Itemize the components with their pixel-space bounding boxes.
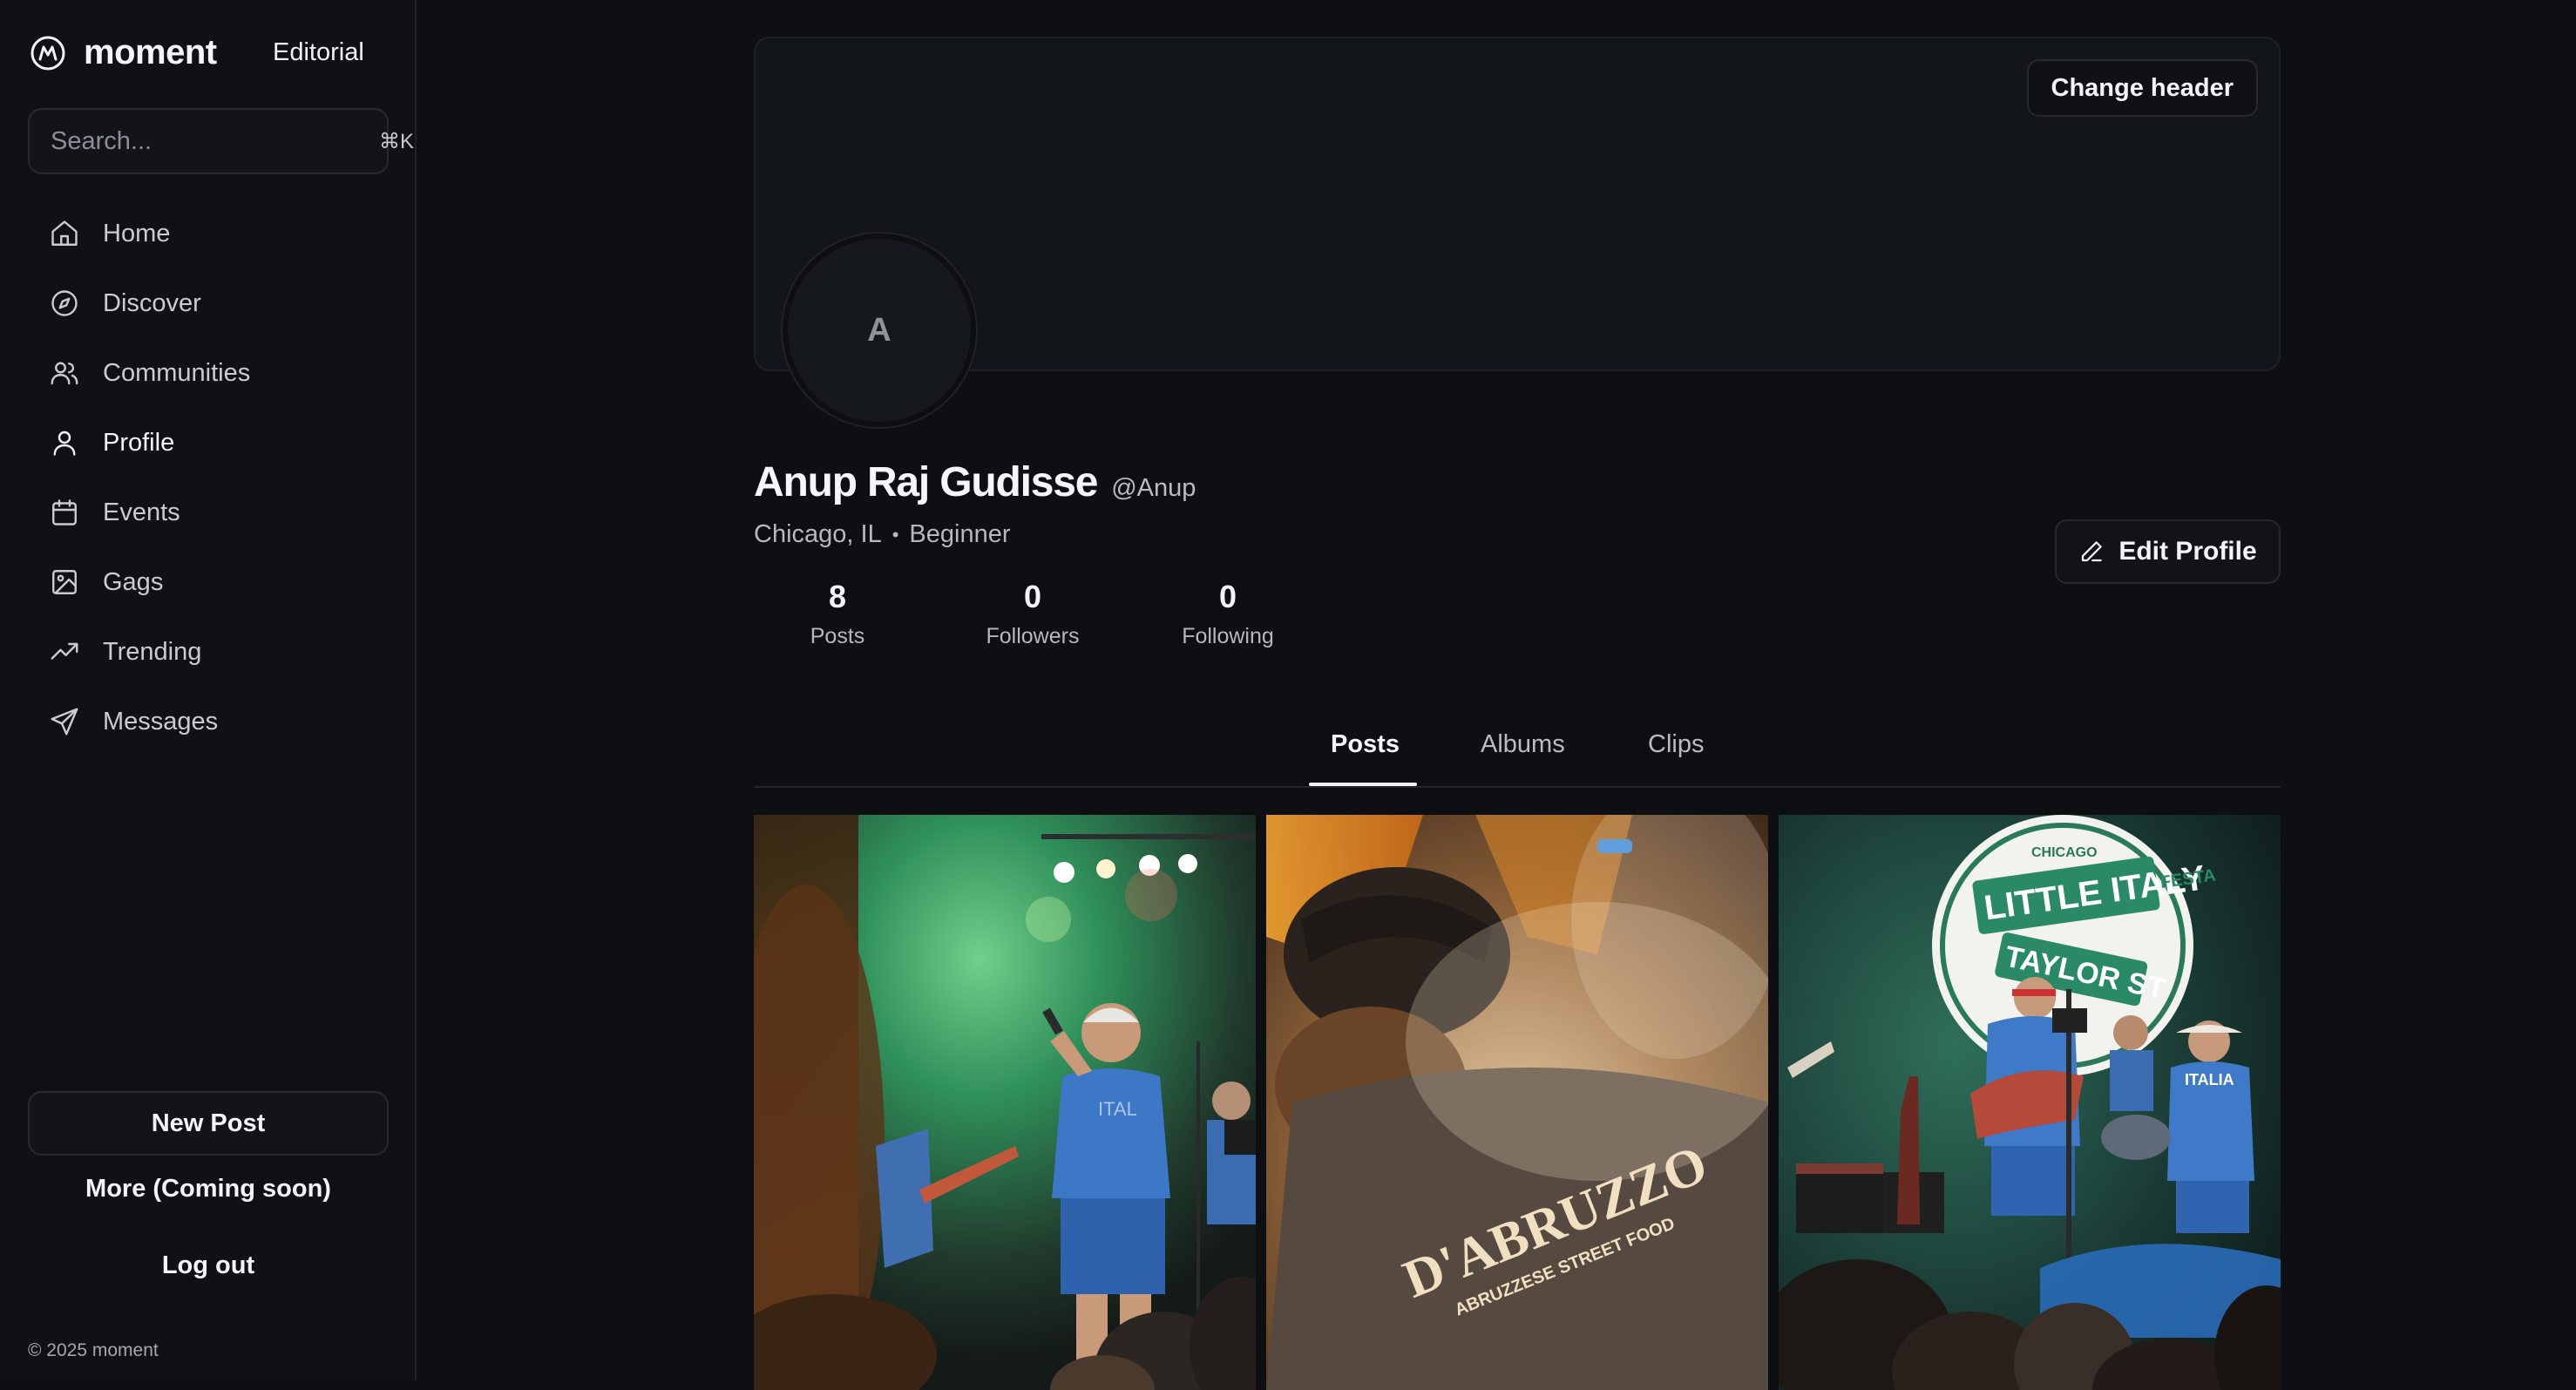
sidebar-item-trending[interactable]: Trending bbox=[28, 617, 389, 687]
avatar[interactable]: A bbox=[783, 234, 976, 427]
sidebar-item-label: Events bbox=[103, 498, 180, 526]
sign-top-text: CHICAGO bbox=[2031, 845, 2098, 860]
stat-value: 0 bbox=[1023, 579, 1042, 614]
profile-meta: Chicago, IL • Beginner bbox=[754, 520, 1011, 549]
posts-grid: ITAL D'ABRUZZO ABRUZZESE STREET FOOD CHI… bbox=[754, 815, 2281, 1390]
post-photo-cook: BRUZZO D'ABRUZZO ABRUZZESE STREET FOOD bbox=[1266, 815, 1768, 1390]
editorial-link[interactable]: Editorial bbox=[273, 38, 364, 67]
profile-name: Anup Raj Gudisse bbox=[754, 459, 1098, 505]
sidebar-item-label: Messages bbox=[103, 707, 219, 736]
sidebar-item-home[interactable]: Home bbox=[28, 199, 389, 268]
calendar-icon bbox=[49, 497, 80, 528]
sidebar-nav: Home Discover Communities Profile Events bbox=[28, 199, 389, 756]
sidebar-item-gags[interactable]: Gags bbox=[28, 547, 389, 617]
post-thumbnail[interactable]: ITAL bbox=[754, 815, 1256, 1390]
home-icon bbox=[49, 218, 80, 249]
sidebar-item-discover[interactable]: Discover bbox=[28, 268, 389, 338]
compass-icon bbox=[49, 288, 80, 319]
search-input[interactable] bbox=[51, 126, 379, 156]
stat-value: 0 bbox=[1218, 579, 1237, 614]
profile-name-row: Anup Raj Gudisse @Anup bbox=[754, 458, 1196, 506]
post-photo-band: CHICAGO LITTLE ITALY FESTA TAYLOR ST ITA bbox=[1779, 815, 2281, 1390]
sidebar-item-label: Gags bbox=[103, 567, 164, 596]
sidebar-item-label: Trending bbox=[103, 637, 202, 666]
stat-posts[interactable]: 8 Posts bbox=[754, 579, 921, 649]
sidebar: moment Editorial ⌘K Home Discover Commun… bbox=[0, 0, 417, 1380]
stat-label: Followers bbox=[986, 624, 1080, 648]
pencil-icon bbox=[2082, 541, 2103, 562]
sidebar-item-messages[interactable]: Messages bbox=[28, 687, 389, 756]
svg-text:ITAL: ITAL bbox=[1098, 1098, 1137, 1120]
post-thumbnail[interactable]: CHICAGO LITTLE ITALY FESTA TAYLOR ST ITA bbox=[1779, 815, 2281, 1390]
user-icon bbox=[49, 427, 80, 458]
edit-profile-button[interactable]: Edit Profile bbox=[2055, 519, 2281, 584]
image-icon bbox=[49, 566, 80, 598]
profile-location: Chicago, IL bbox=[754, 520, 882, 548]
stat-label: Posts bbox=[810, 624, 865, 648]
new-post-button[interactable]: New Post bbox=[28, 1091, 389, 1156]
search-box[interactable]: ⌘K bbox=[28, 108, 414, 174]
search-shortcut: ⌘K bbox=[379, 129, 415, 153]
profile-level: Beginner bbox=[909, 520, 1011, 548]
edit-profile-label: Edit Profile bbox=[2118, 537, 2257, 566]
stat-label: Following bbox=[1182, 624, 1274, 648]
copyright: © 2025 moment bbox=[28, 1340, 159, 1360]
profile-stats: 8 Posts 0 Followers 0 Following bbox=[754, 579, 1339, 649]
sidebar-item-events[interactable]: Events bbox=[28, 478, 389, 547]
sidebar-item-label: Discover bbox=[103, 288, 201, 317]
active-tab-indicator bbox=[1309, 783, 1417, 786]
profile-tabs: Posts Albums Clips bbox=[754, 713, 2281, 788]
post-photo-singer: ITAL bbox=[754, 815, 1256, 1390]
stat-following[interactable]: 0 Following bbox=[1144, 579, 1312, 649]
brand[interactable]: moment bbox=[30, 33, 217, 72]
tab-clips[interactable]: Clips bbox=[1648, 730, 1704, 759]
sidebar-item-label: Communities bbox=[103, 358, 251, 387]
sidebar-item-label: Home bbox=[103, 219, 171, 247]
brand-name: moment bbox=[84, 33, 217, 71]
tab-posts[interactable]: Posts bbox=[1331, 730, 1400, 759]
profile-handle: @Anup bbox=[1111, 474, 1196, 502]
send-icon bbox=[49, 706, 80, 737]
logout-button[interactable]: Log out bbox=[28, 1251, 389, 1280]
moment-logo-icon bbox=[31, 36, 65, 70]
tab-albums[interactable]: Albums bbox=[1481, 730, 1565, 759]
post-thumbnail[interactable]: BRUZZO D'ABRUZZO ABRUZZESE STREET FOOD bbox=[1266, 815, 1768, 1390]
sidebar-item-communities[interactable]: Communities bbox=[28, 338, 389, 408]
shirt-italia-text: ITALIA bbox=[2185, 1071, 2234, 1088]
sidebar-item-label: Profile bbox=[103, 428, 175, 457]
change-header-button[interactable]: Change header bbox=[2026, 59, 2258, 117]
users-icon bbox=[49, 357, 80, 389]
sidebar-item-profile[interactable]: Profile bbox=[28, 408, 389, 478]
stat-value: 8 bbox=[828, 579, 847, 614]
profile-header-banner: Change header bbox=[754, 37, 2281, 371]
more-button[interactable]: More (Coming soon) bbox=[28, 1175, 389, 1204]
stat-followers[interactable]: 0 Followers bbox=[949, 579, 1116, 649]
trending-icon bbox=[49, 636, 80, 668]
meta-separator: • bbox=[891, 523, 899, 546]
